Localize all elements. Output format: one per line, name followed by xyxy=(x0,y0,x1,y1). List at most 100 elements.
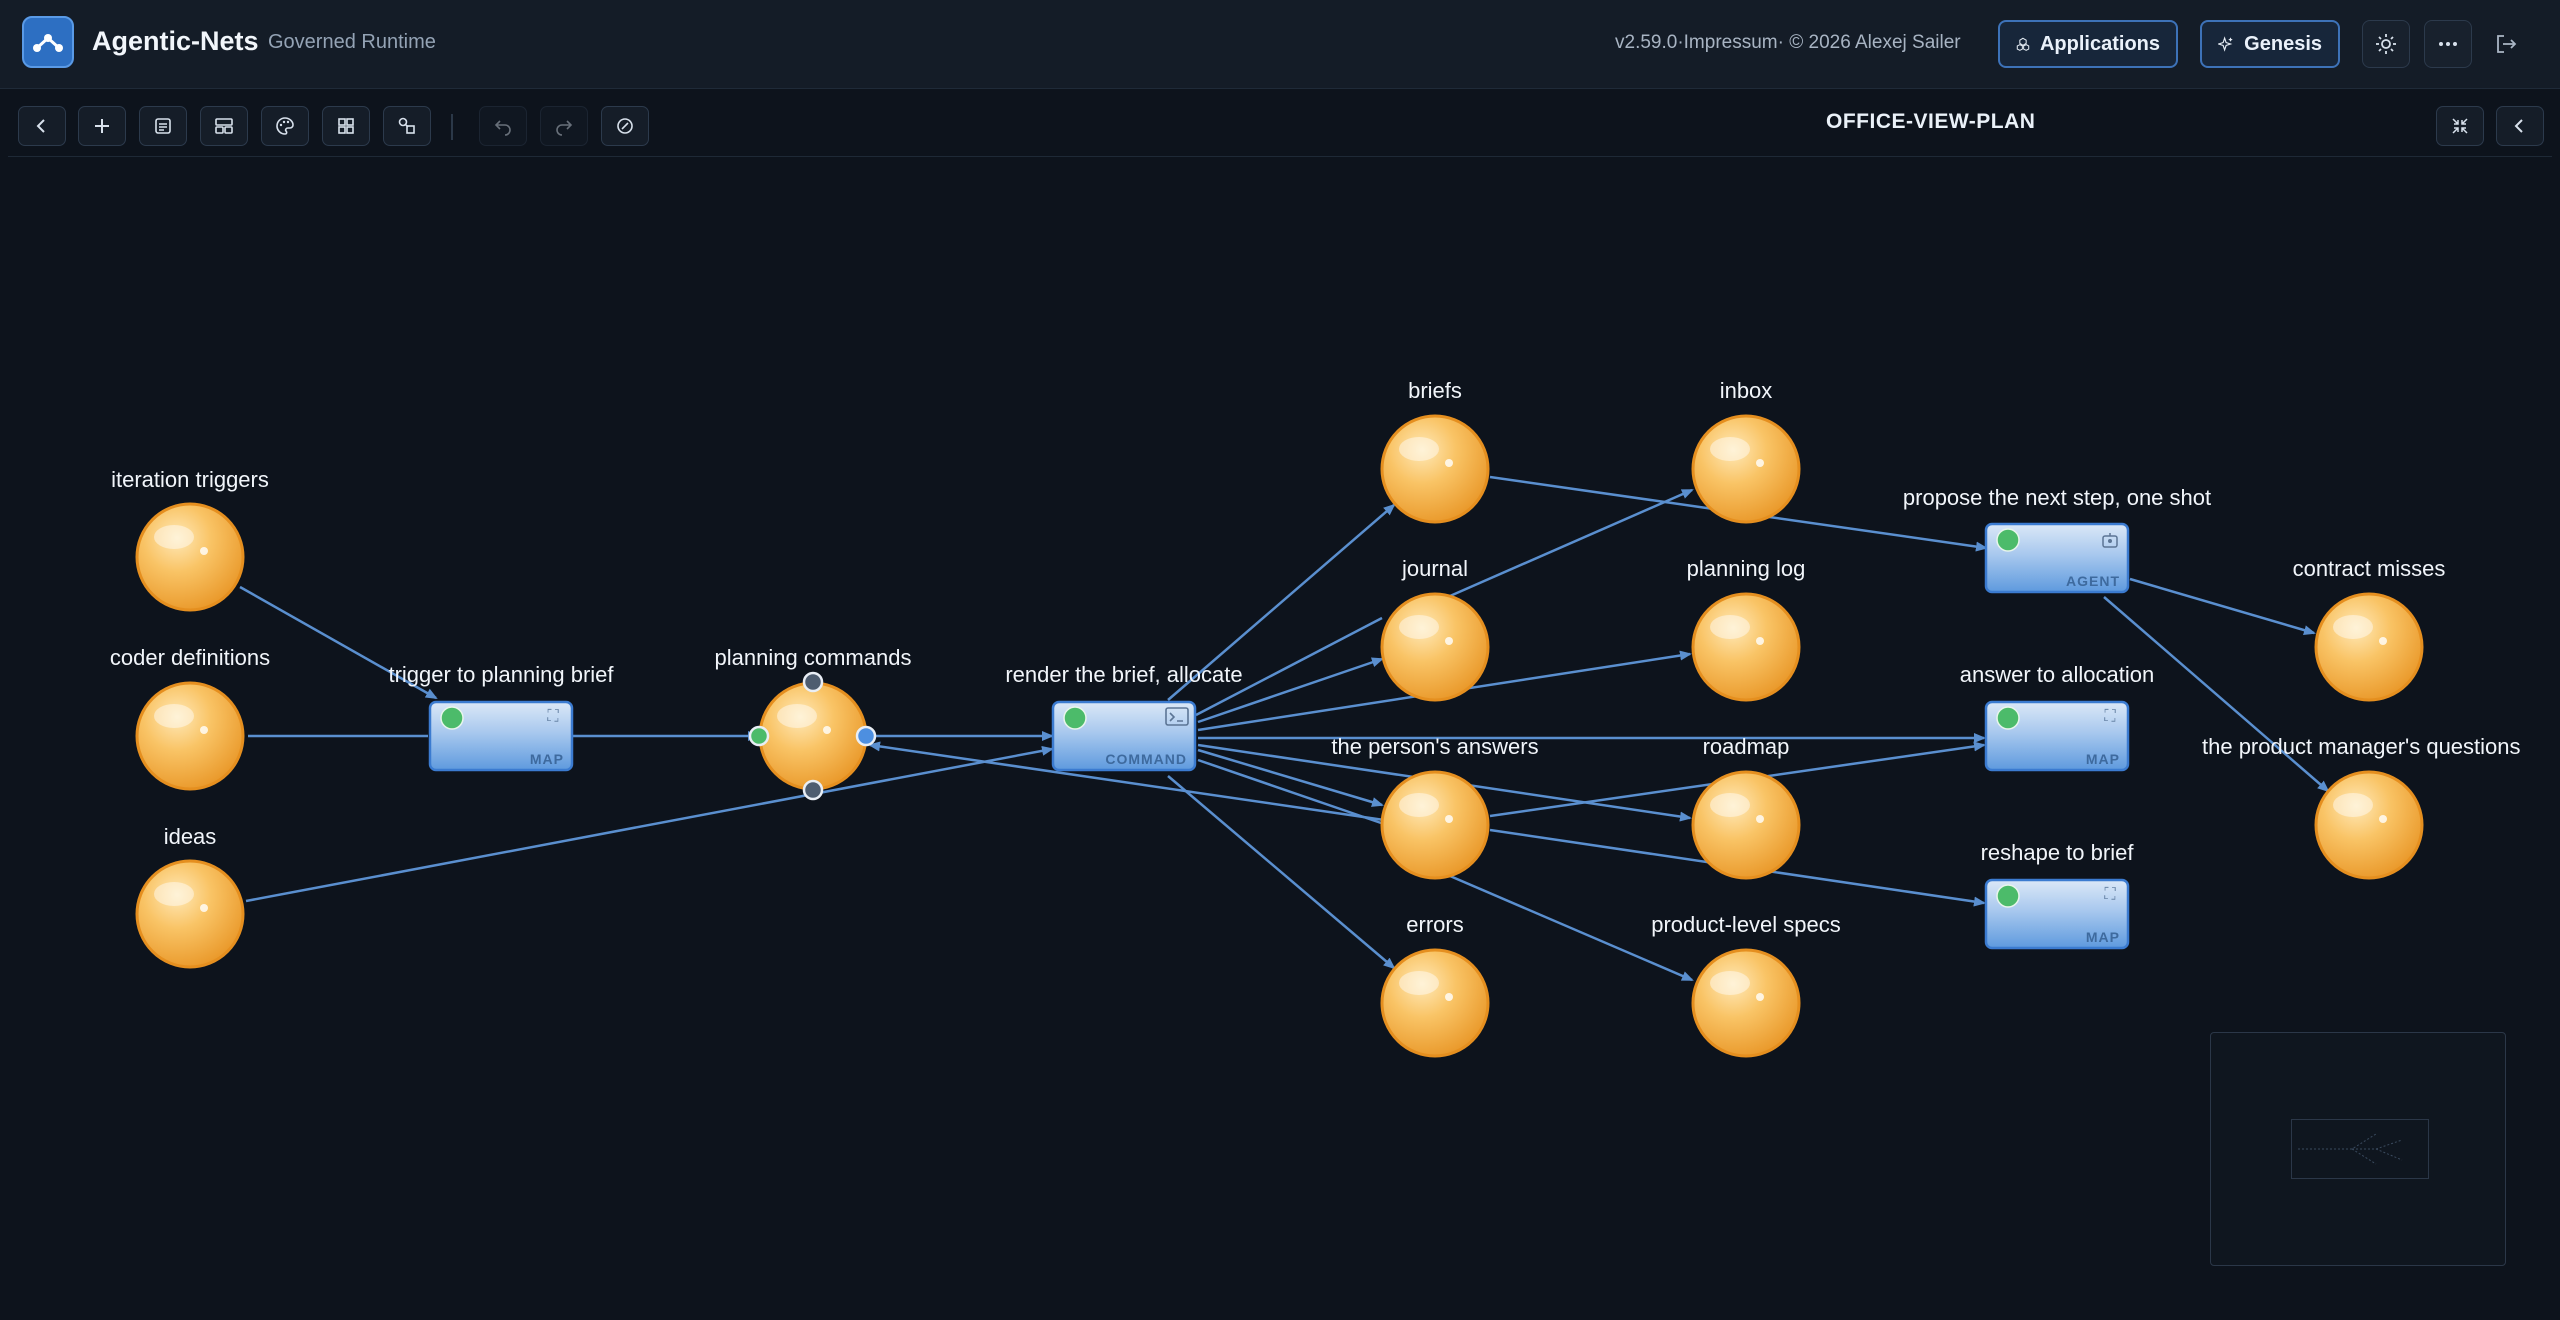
minimap-preview xyxy=(2298,1133,2403,1165)
transition-propose-next-step[interactable]: AGENT propose the next step, one shot xyxy=(1903,485,2211,594)
sun-icon xyxy=(2376,34,2396,54)
add-button[interactable] xyxy=(78,106,126,146)
network-logo-icon xyxy=(33,34,63,52)
transition-type: COMMAND xyxy=(1105,751,1187,767)
status-dot xyxy=(440,706,464,730)
transition-type: MAP xyxy=(530,751,564,767)
version-impressum-link[interactable]: v2.59.0·Impressum· © 2026 Alexej Sailer xyxy=(1615,32,1961,54)
applications-button[interactable]: Applications xyxy=(1998,20,2178,68)
transition-answer-to-allocation[interactable]: ⛶ MAP answer to allocation xyxy=(1960,662,2154,772)
transition-type: MAP xyxy=(2086,929,2120,945)
undo-icon xyxy=(494,120,511,136)
place-errors[interactable]: errors xyxy=(1380,912,1490,1058)
app-logo[interactable] xyxy=(22,16,74,68)
logout-icon xyxy=(2497,35,2517,53)
place-label: iteration triggers xyxy=(111,467,269,492)
canvas-title: OFFICE-VIEW-PLAN xyxy=(1826,110,2036,133)
place-label: the person's answers xyxy=(1331,734,1538,759)
place-label: errors xyxy=(1406,912,1463,937)
transition-type: AGENT xyxy=(2066,573,2120,589)
chevron-left-icon xyxy=(2514,119,2523,133)
grid-icon xyxy=(338,118,354,134)
clear-button[interactable] xyxy=(601,106,649,146)
transition-trigger-to-planning-brief[interactable]: ⛶ MAP trigger to planning brief xyxy=(388,662,614,772)
place-label: planning commands xyxy=(715,645,912,670)
place-label: the product manager's questions xyxy=(2202,734,2521,759)
place-roadmap[interactable]: roadmap xyxy=(1691,734,1801,880)
grid-button[interactable] xyxy=(322,106,370,146)
toolbar-divider xyxy=(451,114,453,140)
transition-label: reshape to brief xyxy=(1981,840,2135,865)
place-persons-answers[interactable]: the person's answers xyxy=(1331,734,1539,880)
list-view-button[interactable] xyxy=(139,106,187,146)
place-label: ideas xyxy=(164,824,217,849)
place-briefs[interactable]: briefs xyxy=(1380,378,1490,524)
sparkles-icon xyxy=(2218,36,2233,52)
status-dot xyxy=(1996,528,2020,552)
place-coder-definitions[interactable]: coder definitions xyxy=(110,645,270,791)
chevron-left-icon xyxy=(36,119,45,133)
place-label: planning log xyxy=(1687,556,1806,581)
applications-label: Applications xyxy=(2039,32,2160,55)
slash-circle-icon xyxy=(617,118,633,134)
place-label: inbox xyxy=(1720,378,1773,403)
undo-button[interactable] xyxy=(479,106,527,146)
transition-label: trigger to planning brief xyxy=(388,662,614,687)
transition-label: render the brief, allocate xyxy=(1005,662,1242,687)
connection-handle-right[interactable] xyxy=(855,725,877,747)
layout-icon xyxy=(215,118,233,134)
edge-journal-to-inbox[interactable] xyxy=(1449,488,1694,598)
canvas-toolbar xyxy=(8,98,2552,157)
connection-handle-bottom[interactable] xyxy=(802,779,824,801)
top-bar: Agentic-Nets Governed Runtime v2.59.0·Im… xyxy=(0,0,2560,89)
connection-handle-top[interactable] xyxy=(802,671,824,693)
place-label: coder definitions xyxy=(110,645,270,670)
transition-label: propose the next step, one shot xyxy=(1903,485,2211,510)
petri-net-canvas[interactable]: iteration triggers coder definitions ide… xyxy=(8,158,2552,1316)
palette-icon xyxy=(276,117,294,135)
expand-icon: ⛶ xyxy=(2104,886,2116,903)
redo-button[interactable] xyxy=(540,106,588,146)
place-inbox[interactable]: inbox xyxy=(1691,378,1801,524)
place-label: journal xyxy=(1401,556,1468,581)
plus-icon xyxy=(95,119,109,133)
minimap[interactable] xyxy=(2210,1032,2506,1266)
shapes-icon xyxy=(398,117,415,134)
genesis-button[interactable]: Genesis xyxy=(2200,20,2340,68)
place-journal[interactable]: journal xyxy=(1380,556,1490,702)
apps-cubes-icon xyxy=(2016,37,2030,51)
edge-ideas-to-render-brief[interactable] xyxy=(245,745,1054,903)
place-label: roadmap xyxy=(1703,734,1790,759)
app-subtitle: Governed Runtime xyxy=(268,31,436,53)
panel-toggle-button[interactable] xyxy=(2496,106,2544,146)
app-name: Agentic-Nets xyxy=(92,26,259,56)
collapse-button[interactable] xyxy=(2436,106,2484,146)
place-label: briefs xyxy=(1408,378,1462,403)
layout-button[interactable] xyxy=(200,106,248,146)
status-dot xyxy=(1063,706,1087,730)
logout-button[interactable] xyxy=(2490,28,2522,60)
document-list-icon xyxy=(155,118,171,134)
transition-label: answer to allocation xyxy=(1960,662,2154,687)
expand-icon: ⛶ xyxy=(2104,708,2116,725)
palette-button[interactable] xyxy=(261,106,309,146)
transition-reshape-to-brief[interactable]: ⛶ MAP reshape to brief xyxy=(1981,840,2135,950)
back-button[interactable] xyxy=(18,106,66,146)
redo-icon xyxy=(556,120,573,136)
more-menu-button[interactable] xyxy=(2424,20,2472,68)
place-pm-questions[interactable]: the product manager's questions xyxy=(2202,734,2521,880)
place-planning-log[interactable]: planning log xyxy=(1687,556,1806,702)
place-ideas[interactable]: ideas xyxy=(135,824,245,969)
expand-icon: ⛶ xyxy=(547,708,559,725)
shapes-button[interactable] xyxy=(383,106,431,146)
place-product-specs[interactable]: product-level specs xyxy=(1651,912,1841,1058)
status-dot xyxy=(1996,706,2020,730)
place-planning-commands[interactable]: planning commands xyxy=(715,645,912,801)
theme-toggle-button[interactable] xyxy=(2362,20,2410,68)
genesis-label: Genesis xyxy=(2244,32,2322,55)
minimap-viewport[interactable] xyxy=(2291,1119,2429,1179)
status-dot xyxy=(1996,884,2020,908)
connection-handle-left[interactable] xyxy=(748,725,770,747)
place-contract-misses[interactable]: contract misses xyxy=(2293,556,2446,702)
edge-propose-next-to-contract-misses[interactable] xyxy=(2129,577,2316,635)
